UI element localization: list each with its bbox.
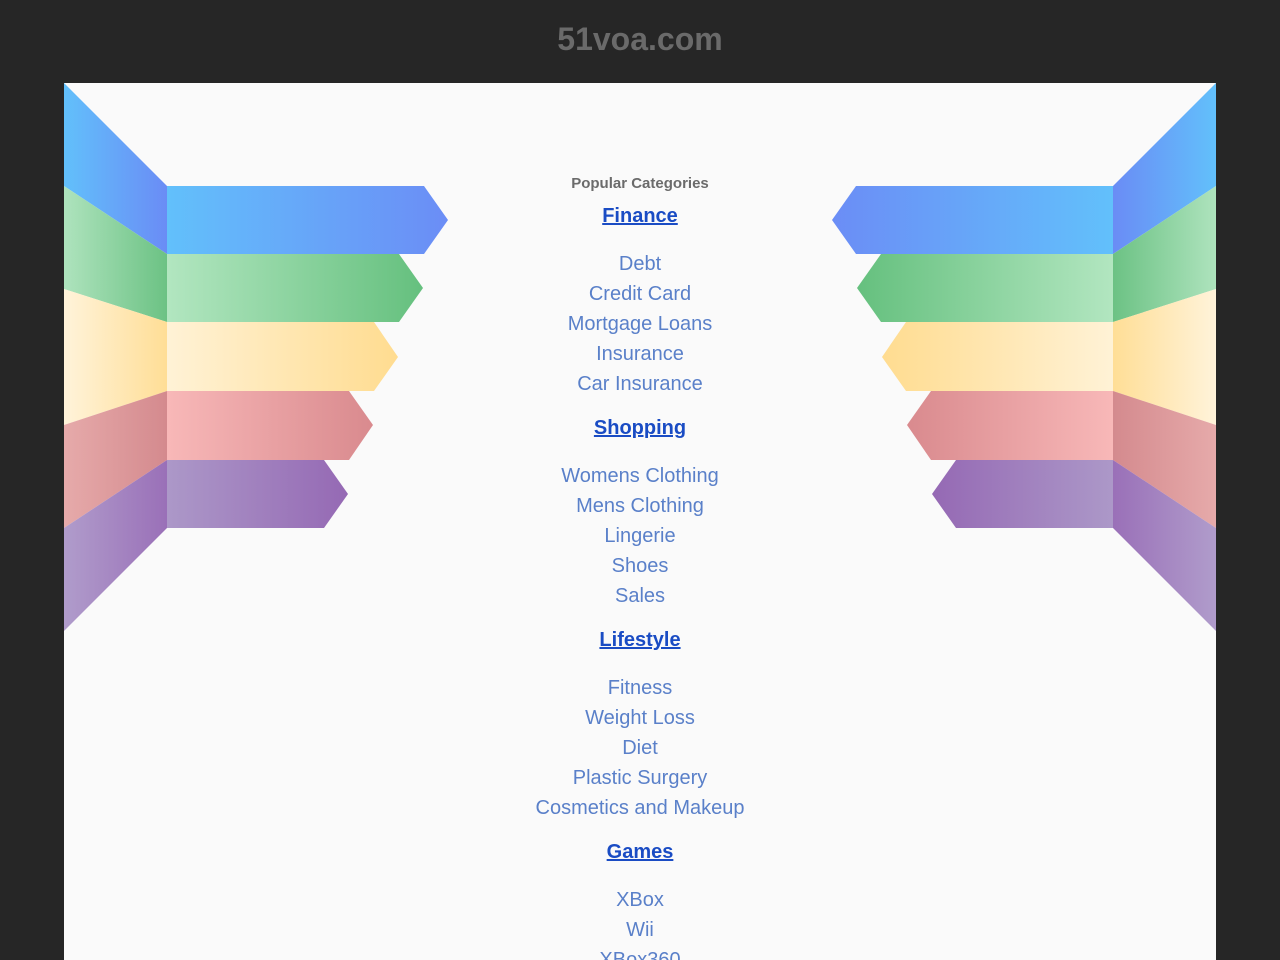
- category-section-lifestyle: Lifestyle Fitness Weight Loss Diet Plast…: [440, 627, 840, 823]
- list-item: Mens Clothing: [440, 491, 840, 521]
- lifestyle-links: Fitness Weight Loss Diet Plastic Surgery…: [440, 673, 840, 823]
- category-link-games[interactable]: Games: [440, 839, 840, 865]
- sub-link-sales[interactable]: Sales: [615, 585, 665, 607]
- sub-link-debt[interactable]: Debt: [619, 253, 661, 275]
- list-item: Wii: [440, 915, 840, 945]
- list-item: Credit Card: [440, 279, 840, 309]
- sub-link-cosmetics-and-makeup[interactable]: Cosmetics and Makeup: [536, 797, 745, 819]
- list-item: Fitness: [440, 673, 840, 703]
- sub-link-mens-clothing[interactable]: Mens Clothing: [576, 495, 704, 517]
- list-item: Shoes: [440, 551, 840, 581]
- site-header: 51voa.com: [0, 0, 1280, 83]
- list-item: Sales: [440, 581, 840, 611]
- sub-link-weight-loss[interactable]: Weight Loss: [585, 707, 695, 729]
- sub-link-xbox360[interactable]: XBox360: [599, 949, 680, 960]
- sub-link-plastic-surgery[interactable]: Plastic Surgery: [573, 767, 708, 789]
- shopping-links: Womens Clothing Mens Clothing Lingerie S…: [440, 461, 840, 611]
- list-item: XBox360: [440, 945, 840, 960]
- list-item: Mortgage Loans: [440, 309, 840, 339]
- category-section-finance: Finance Debt Credit Card Mortgage Loans …: [440, 203, 840, 399]
- list-item: Diet: [440, 733, 840, 763]
- sub-link-insurance[interactable]: Insurance: [596, 343, 684, 365]
- list-item: XBox: [440, 885, 840, 915]
- list-item: Lingerie: [440, 521, 840, 551]
- list-item: Insurance: [440, 339, 840, 369]
- list-item: Plastic Surgery: [440, 763, 840, 793]
- category-link-finance[interactable]: Finance: [440, 203, 840, 229]
- category-link-lifestyle[interactable]: Lifestyle: [440, 627, 840, 653]
- content-panel: Popular Categories Finance Debt Credit C…: [64, 83, 1216, 960]
- list-item: Car Insurance: [440, 369, 840, 399]
- site-domain-title: 51voa.com: [557, 21, 723, 57]
- sub-link-mortgage-loans[interactable]: Mortgage Loans: [568, 313, 713, 335]
- category-section-shopping: Shopping Womens Clothing Mens Clothing L…: [440, 415, 840, 611]
- sub-link-xbox[interactable]: XBox: [616, 889, 664, 911]
- sub-link-fitness[interactable]: Fitness: [608, 677, 672, 699]
- popular-categories-heading: Popular Categories: [571, 175, 709, 192]
- category-section-games: Games XBox Wii XBox360: [440, 839, 840, 960]
- list-item: Weight Loss: [440, 703, 840, 733]
- list-item: Womens Clothing: [440, 461, 840, 491]
- list-item: Debt: [440, 249, 840, 279]
- sub-link-wii[interactable]: Wii: [626, 919, 654, 941]
- sub-link-car-insurance[interactable]: Car Insurance: [577, 373, 703, 395]
- sub-link-credit-card[interactable]: Credit Card: [589, 283, 691, 305]
- sub-link-shoes[interactable]: Shoes: [612, 555, 669, 577]
- sub-link-diet[interactable]: Diet: [622, 737, 658, 759]
- category-list: Popular Categories Finance Debt Credit C…: [440, 83, 840, 960]
- category-link-shopping[interactable]: Shopping: [440, 415, 840, 441]
- games-links: XBox Wii XBox360: [440, 885, 840, 960]
- sub-link-lingerie[interactable]: Lingerie: [604, 525, 675, 547]
- list-item: Cosmetics and Makeup: [440, 793, 840, 823]
- finance-links: Debt Credit Card Mortgage Loans Insuranc…: [440, 249, 840, 399]
- sub-link-womens-clothing[interactable]: Womens Clothing: [561, 465, 718, 487]
